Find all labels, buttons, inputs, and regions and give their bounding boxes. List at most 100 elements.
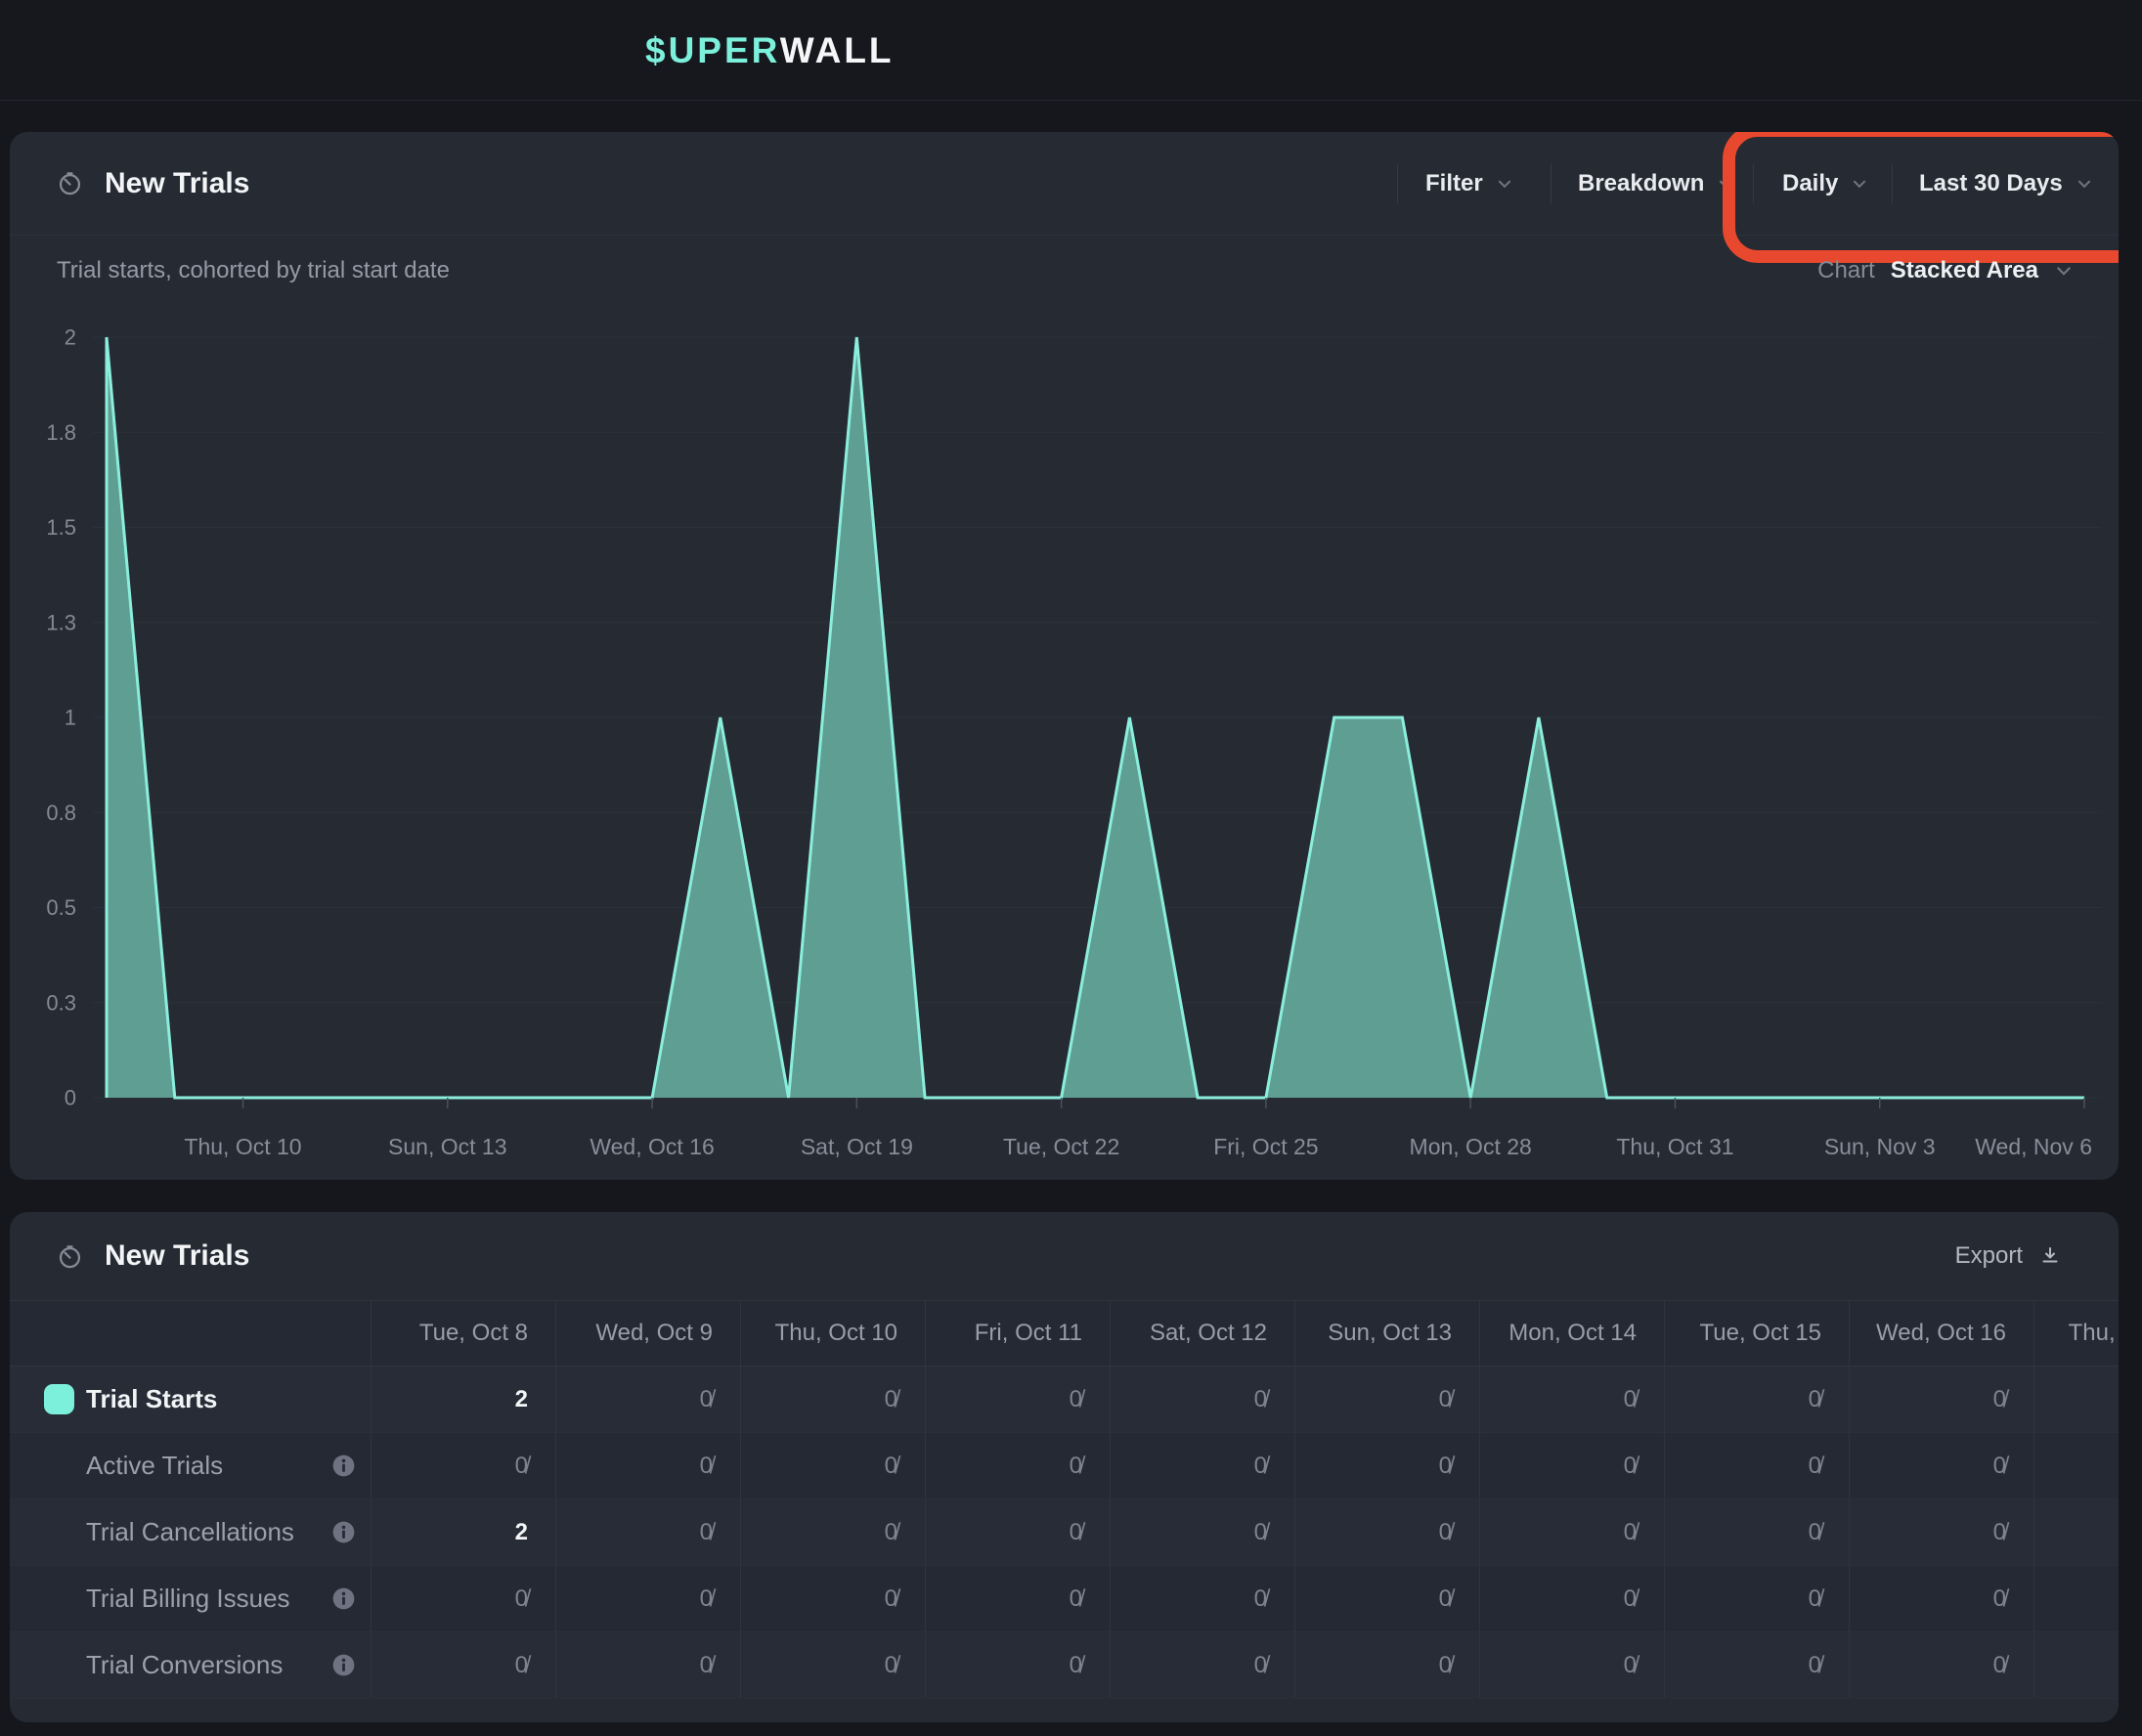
table-cell: 0̸ xyxy=(925,1566,1110,1631)
table-cell: 0̸ xyxy=(1849,1433,2033,1498)
chart-panel-title: New Trials xyxy=(105,167,249,200)
chart-type-label: Chart xyxy=(1817,257,1875,284)
logo-white-part: WALL xyxy=(780,30,895,70)
chart-panel-header: New Trials Filter Breakdown Daily Last 3… xyxy=(10,132,2119,236)
table-panel-header: New Trials Export xyxy=(10,1212,2119,1300)
header-divider xyxy=(1892,164,1893,203)
table-cell: 0̸ xyxy=(555,1499,740,1565)
table-cell: 0̸ xyxy=(1849,1367,2033,1432)
table-cell: 0̸ xyxy=(925,1632,1110,1698)
y-axis-label: 1.5 xyxy=(46,515,76,540)
x-axis-label: Tue, Oct 22 xyxy=(1003,1134,1119,1159)
granularity-label: Daily xyxy=(1782,170,1838,197)
x-axis-label: Wed, Nov 6 xyxy=(1975,1134,2092,1159)
breakdown-dropdown[interactable]: Breakdown xyxy=(1578,132,1734,235)
table-cell: 0̸ xyxy=(371,1566,555,1631)
column-header: Thu, Oct 17 xyxy=(2033,1301,2119,1366)
table-cell: 0̸ xyxy=(1479,1632,1664,1698)
table-cell: 0̸ xyxy=(740,1367,925,1432)
y-axis-label: 0.8 xyxy=(46,801,76,825)
table-row: Trial Cancellations20̸0̸0̸0̸0̸0̸0̸0̸ xyxy=(10,1499,2119,1566)
table-cell: 0̸ xyxy=(1110,1433,1294,1498)
column-header: Sun, Oct 13 xyxy=(1294,1301,1479,1366)
chevron-down-icon xyxy=(1851,175,1868,193)
row-label: Active Trials xyxy=(10,1433,371,1498)
table-cell: 0̸ xyxy=(555,1632,740,1698)
info-icon[interactable] xyxy=(329,1651,358,1679)
top-nav: $UPERWALL xyxy=(0,0,2142,101)
table-cell: 2 xyxy=(371,1499,555,1565)
table-cell: 0̸ xyxy=(740,1433,925,1498)
column-header: Mon, Oct 14 xyxy=(1479,1301,1664,1366)
column-header: Thu, Oct 10 xyxy=(740,1301,925,1366)
date-range-dropdown[interactable]: Last 30 Days xyxy=(1919,132,2093,235)
table-cell: 0̸ xyxy=(1849,1632,2033,1698)
table-cell: 0̸ xyxy=(1479,1566,1664,1631)
chevron-down-icon xyxy=(2054,261,2074,281)
y-axis-label: 1 xyxy=(65,706,76,730)
x-axis-label: Mon, Oct 28 xyxy=(1410,1134,1532,1159)
table-cell: 0̸ xyxy=(925,1367,1110,1432)
table-cell: 0̸ xyxy=(555,1566,740,1631)
row-label: Trial Cancellations xyxy=(10,1499,371,1565)
date-range-label: Last 30 Days xyxy=(1919,170,2063,197)
table-cell xyxy=(2033,1566,2119,1631)
table-cell: 0̸ xyxy=(1294,1367,1479,1432)
trials-data-table: Tue, Oct 8Wed, Oct 9Thu, Oct 10Fri, Oct … xyxy=(10,1300,2119,1699)
export-button[interactable]: Export xyxy=(1955,1242,2062,1270)
table-cell xyxy=(2033,1632,2119,1698)
info-icon[interactable] xyxy=(329,1584,358,1613)
table-cell: 0̸ xyxy=(1849,1499,2033,1565)
x-axis-label: Wed, Oct 16 xyxy=(590,1134,714,1159)
table-cell: 0̸ xyxy=(1110,1632,1294,1698)
x-axis-label: Sat, Oct 19 xyxy=(801,1134,913,1159)
table-cell: 0̸ xyxy=(555,1433,740,1498)
table-cell: 0̸ xyxy=(1479,1433,1664,1498)
app-window: $UPERWALL New Trials Filter xyxy=(0,0,2142,1736)
x-axis-label: Thu, Oct 10 xyxy=(184,1134,301,1159)
y-axis-label: 0.3 xyxy=(46,990,76,1015)
chart-type-selector[interactable]: Chart Stacked Area xyxy=(1817,257,2074,284)
timer-icon xyxy=(57,1243,83,1270)
table-cell xyxy=(2033,1433,2119,1498)
table-cell: 0̸ xyxy=(740,1632,925,1698)
y-axis-label: 0 xyxy=(65,1086,76,1110)
table-cell: 0̸ xyxy=(1294,1499,1479,1565)
x-axis-label: Sun, Nov 3 xyxy=(1824,1134,1936,1159)
y-axis-label: 1.3 xyxy=(46,610,76,634)
row-label: Trial Conversions xyxy=(10,1632,371,1698)
table-cell: 0̸ xyxy=(1110,1499,1294,1565)
granularity-dropdown[interactable]: Daily xyxy=(1782,132,1868,235)
breakdown-label: Breakdown xyxy=(1578,170,1704,197)
table-cell: 0̸ xyxy=(1110,1566,1294,1631)
column-header: Tue, Oct 8 xyxy=(371,1301,555,1366)
filter-dropdown[interactable]: Filter xyxy=(1425,132,1513,235)
info-icon[interactable] xyxy=(329,1518,358,1546)
y-axis-label: 1.8 xyxy=(46,420,76,445)
table-cell xyxy=(2033,1499,2119,1565)
table-cell: 0̸ xyxy=(1110,1367,1294,1432)
info-icon[interactable] xyxy=(329,1452,358,1480)
table-panel-title: New Trials xyxy=(105,1239,249,1273)
header-divider xyxy=(1551,164,1552,203)
table-row: Active Trials0̸0̸0̸0̸0̸0̸0̸0̸0̸ xyxy=(10,1433,2119,1499)
header-divider xyxy=(1753,164,1754,203)
table-cell: 0̸ xyxy=(1294,1566,1479,1631)
superwall-logo: $UPERWALL xyxy=(645,30,895,71)
chevron-down-icon xyxy=(1496,175,1513,193)
table-cell xyxy=(2033,1367,2119,1432)
row-label: Trial Starts xyxy=(10,1367,371,1432)
chevron-down-icon xyxy=(1717,175,1734,193)
chart-subtitle: Trial starts, cohorted by trial start da… xyxy=(57,257,450,284)
timer-icon xyxy=(57,170,83,196)
table-cell: 0̸ xyxy=(1664,1499,1849,1565)
table-cell: 0̸ xyxy=(1479,1367,1664,1432)
download-icon xyxy=(2038,1244,2062,1268)
y-axis-label: 0.5 xyxy=(46,895,76,920)
table-cell: 0̸ xyxy=(1849,1566,2033,1631)
column-header: Tue, Oct 15 xyxy=(1664,1301,1849,1366)
table-cell: 0̸ xyxy=(925,1499,1110,1565)
table-cell: 0̸ xyxy=(1664,1367,1849,1432)
table-cell: 0̸ xyxy=(740,1566,925,1631)
table-cell: 0̸ xyxy=(1294,1433,1479,1498)
